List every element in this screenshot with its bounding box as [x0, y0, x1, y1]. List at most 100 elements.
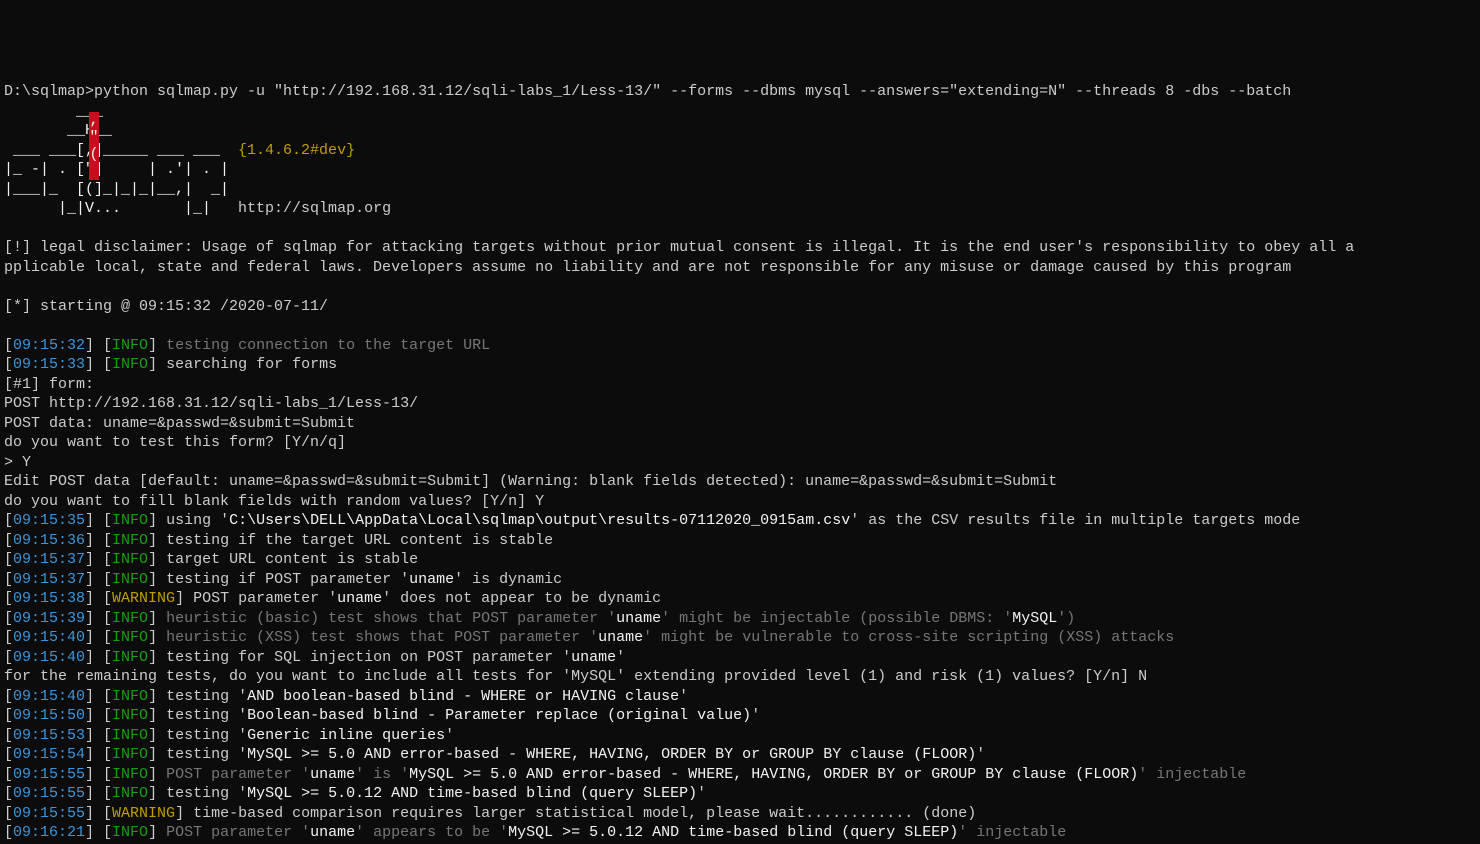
log-message: MySQL >= 5.0.12 AND time-based blind (qu… — [247, 785, 697, 802]
log-message: time-based comparison requires larger st… — [193, 805, 976, 822]
log-level: INFO — [112, 512, 148, 529]
prompt-question[interactable]: do you want to fill blank fields with ra… — [4, 492, 1476, 512]
bracket: ] — [148, 688, 166, 705]
timestamp: 09:15:53 — [13, 727, 85, 744]
bracket: [ — [4, 746, 13, 763]
version-text: {1.4.6.2#dev} — [238, 142, 355, 159]
log-level: INFO — [112, 766, 148, 783]
ascii: |___|_ [(]_|_|_|__,| _| — [4, 181, 229, 198]
log-message: ' injectable — [1138, 766, 1246, 783]
timestamp: 09:15:55 — [13, 785, 85, 802]
log-line: [09:15:55] [WARNING] time-based comparis… — [4, 804, 1476, 824]
log-level: INFO — [112, 337, 148, 354]
log-message: Generic inline queries — [247, 727, 445, 744]
timestamp: 09:15:37 — [13, 551, 85, 568]
timestamp: 09:15:35 — [13, 512, 85, 529]
log-message: AND boolean-based blind - WHERE or HAVIN… — [247, 688, 679, 705]
timestamp: 09:15:40 — [13, 649, 85, 666]
sqlmap-url: http://sqlmap.org — [238, 200, 391, 217]
bracket: ] — [148, 532, 166, 549]
legal-text: pplicable local, state and federal laws.… — [4, 259, 1291, 276]
command-line[interactable]: D:\sqlmap>python sqlmap.py -u "http://19… — [4, 82, 1476, 102]
log-line: [09:15:37] [INFO] testing if POST parame… — [4, 570, 1476, 590]
ascii: |_|V... |_| — [4, 200, 238, 217]
log-message: Boolean-based blind - Parameter replace … — [247, 707, 751, 724]
timestamp: 09:15:40 — [13, 629, 85, 646]
log-level: INFO — [112, 629, 148, 646]
bracket: ] [ — [85, 766, 112, 783]
bracket: [ — [4, 610, 13, 627]
log-message: ') — [1057, 610, 1075, 627]
log-level: INFO — [112, 707, 148, 724]
log-level: INFO — [112, 571, 148, 588]
bracket: [ — [4, 551, 13, 568]
bracket: ] — [148, 512, 166, 529]
log-level: INFO — [112, 649, 148, 666]
log-line: [09:15:32] [INFO] testing connection to … — [4, 336, 1476, 356]
prompt-question[interactable]: do you want to test this form? [Y/n/q] — [4, 433, 1476, 453]
bracket: [ — [4, 707, 13, 724]
log-line: [09:15:55] [INFO] testing 'MySQL >= 5.0.… — [4, 784, 1476, 804]
log-message: testing connection to the target URL — [166, 337, 490, 354]
log-message: POST parameter ' — [193, 590, 337, 607]
bracket: ] — [148, 649, 166, 666]
terminal-output[interactable]: D:\sqlmap>python sqlmap.py -u "http://19… — [4, 82, 1476, 844]
bracket: [ — [4, 356, 13, 373]
bracket: ] — [148, 785, 166, 802]
form-postdata: POST data: uname=&passwd=&submit=Submit — [4, 415, 355, 432]
log-message: testing if POST parameter ' — [166, 571, 409, 588]
timestamp: 09:15:38 — [13, 590, 85, 607]
edit-post-line: Edit POST data [default: uname=&passwd=&… — [4, 472, 1476, 492]
log-line: [09:15:39] [INFO] heuristic (basic) test… — [4, 609, 1476, 629]
bracket: ] [ — [85, 571, 112, 588]
log-message: uname — [616, 610, 661, 627]
bracket: ] [ — [85, 532, 112, 549]
bracket: ] [ — [85, 551, 112, 568]
log-message: testing if the target URL content is sta… — [166, 532, 553, 549]
bracket: ] — [148, 824, 166, 841]
log-level: INFO — [112, 727, 148, 744]
log-message: testing for SQL injection on POST parame… — [166, 649, 571, 666]
prompt-question[interactable]: for the remaining tests, do you want to … — [4, 667, 1476, 687]
legal-disclaimer: [!] legal disclaimer: Usage of sqlmap fo… — [4, 238, 1476, 258]
log-message: C:\Users\DELL\AppData\Local\sqlmap\outpu… — [229, 512, 850, 529]
q-text: do you want to fill blank fields with ra… — [4, 493, 544, 510]
log-line: [09:15:37] [INFO] target URL content is … — [4, 550, 1476, 570]
log-message: ' does not appear to be dynamic — [382, 590, 661, 607]
log-message: ' appears to be ' — [355, 824, 508, 841]
bracket: ] — [148, 337, 166, 354]
log-message: testing ' — [166, 688, 247, 705]
timestamp: 09:15:40 — [13, 688, 85, 705]
starting-line: [*] starting @ 09:15:32 /2020-07-11/ — [4, 297, 1476, 317]
log-message: heuristic (XSS) test shows that POST par… — [166, 629, 598, 646]
log-message: testing ' — [166, 746, 247, 763]
bracket: ] [ — [85, 824, 112, 841]
log-message: uname — [310, 766, 355, 783]
start-text: [*] starting @ 09:15:32 /2020-07-11/ — [4, 298, 328, 315]
bracket: [ — [4, 532, 13, 549]
bracket: ] [ — [85, 707, 112, 724]
bracket: ] [ — [85, 805, 112, 822]
log-message: ' — [679, 688, 688, 705]
bracket: ] [ — [85, 746, 112, 763]
log-line: [09:15:33] [INFO] searching for forms — [4, 355, 1476, 375]
log-message: POST parameter ' — [166, 766, 310, 783]
log-line: [09:15:35] [INFO] using 'C:\Users\DELL\A… — [4, 511, 1476, 531]
log-message: ' — [616, 649, 625, 666]
log-message: ' — [976, 746, 985, 763]
edit-text: Edit POST data [default: uname=&passwd=&… — [4, 473, 1057, 490]
command-text: python sqlmap.py -u "http://192.168.31.1… — [94, 83, 1291, 100]
log-level: INFO — [112, 785, 148, 802]
log-line: [09:16:21] [INFO] POST parameter 'uname'… — [4, 823, 1476, 843]
log-message: ' as the CSV results file in multiple ta… — [850, 512, 1300, 529]
bracket: ] — [148, 551, 166, 568]
log-message: MySQL >= 5.0 AND error-based - WHERE, HA… — [247, 746, 976, 763]
bracket: ] — [148, 727, 166, 744]
bracket: ] [ — [85, 688, 112, 705]
bracket: ] [ — [85, 356, 112, 373]
timestamp: 09:15:50 — [13, 707, 85, 724]
bracket: [ — [4, 824, 13, 841]
timestamp: 09:15:32 — [13, 337, 85, 354]
log-message: uname — [598, 629, 643, 646]
log-message: MySQL >= 5.0.12 AND time-based blind (qu… — [508, 824, 958, 841]
